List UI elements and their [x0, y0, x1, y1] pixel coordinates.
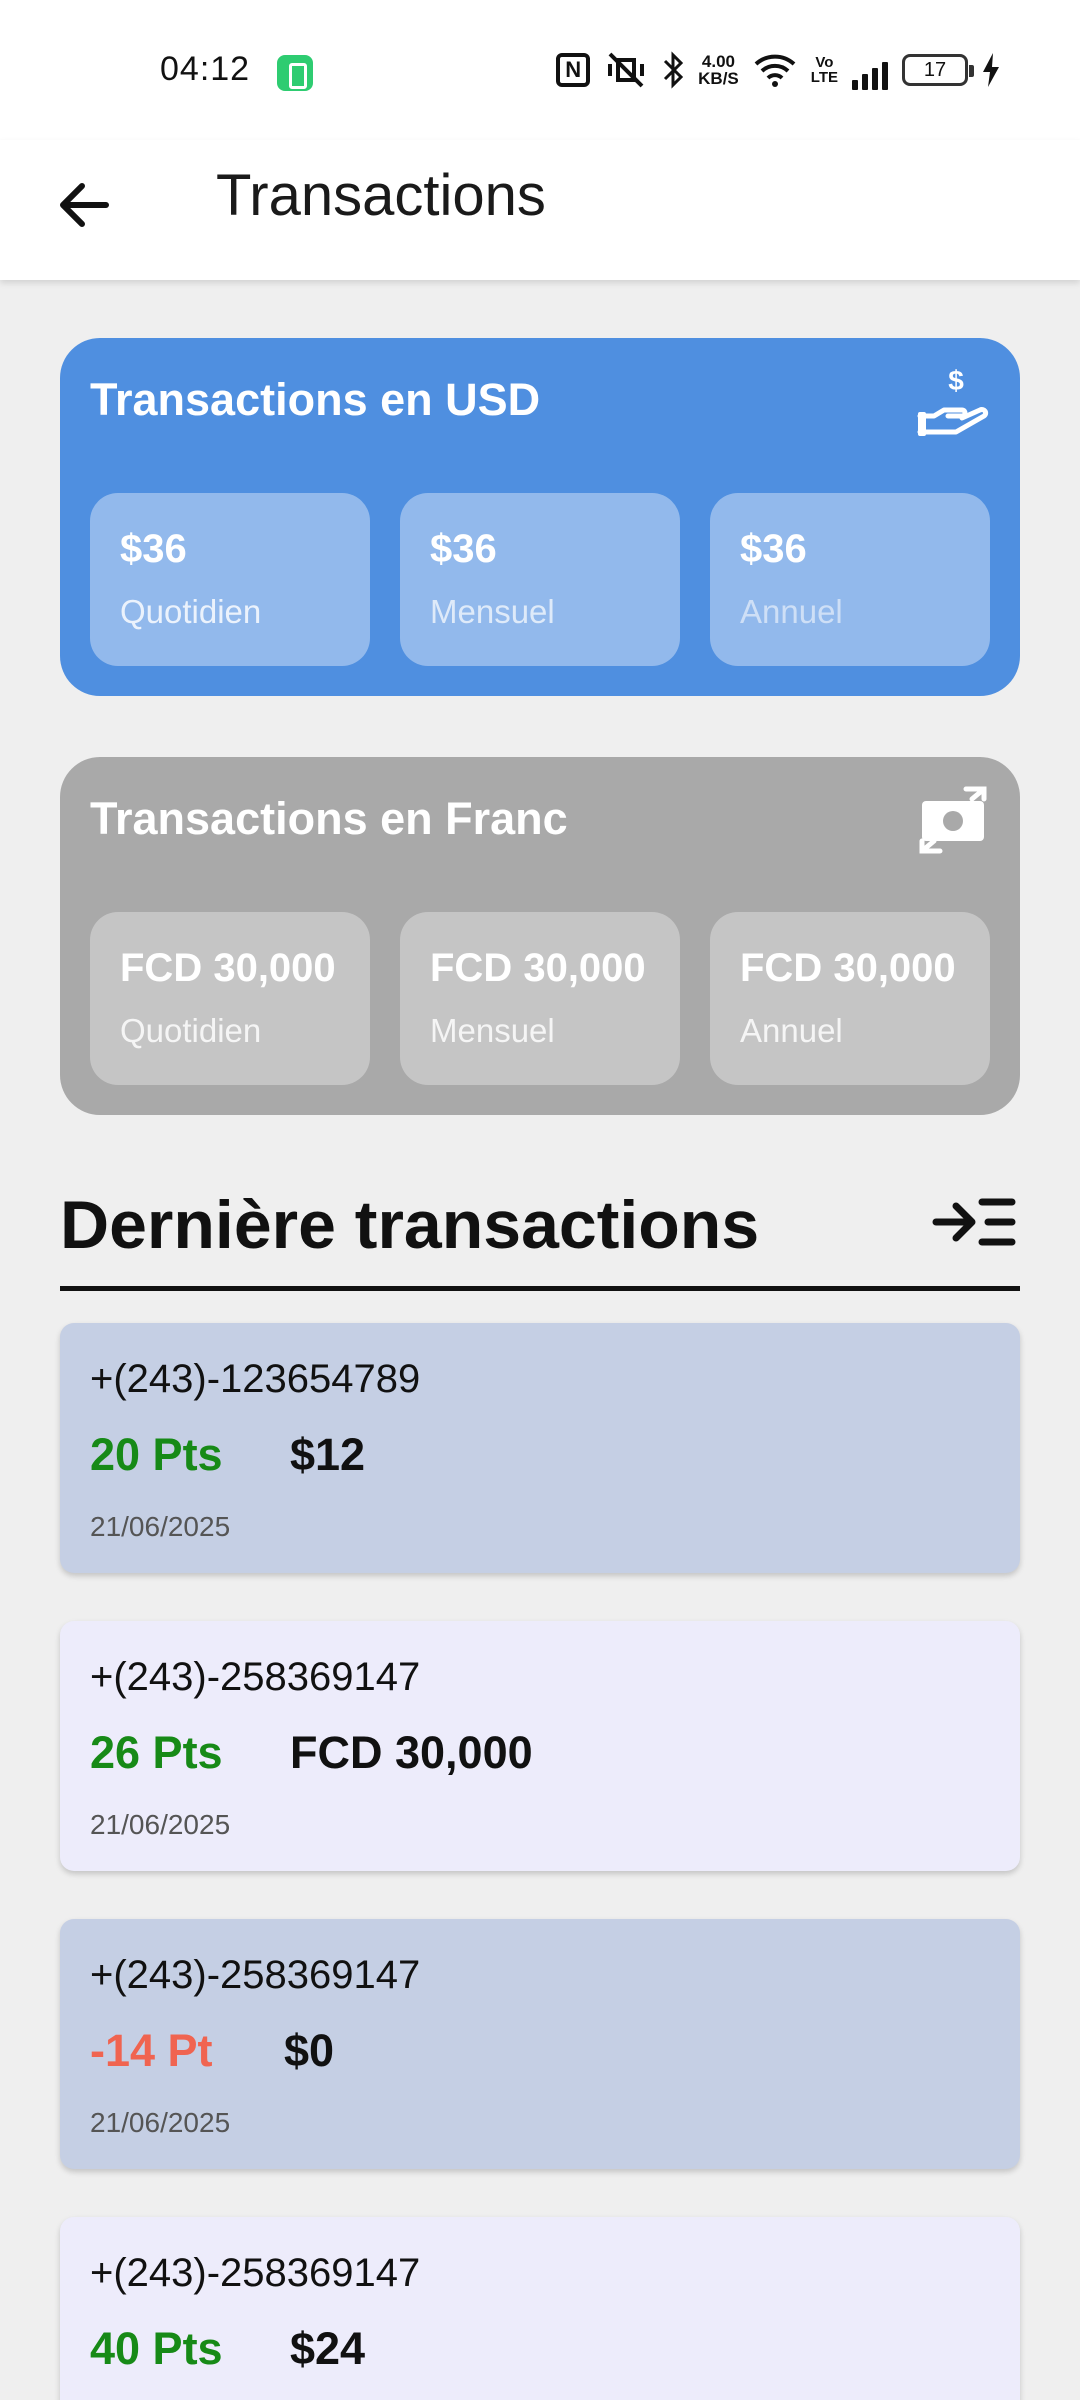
franc-stat-daily: FCD 30,000 Quotidien	[90, 912, 370, 1085]
transaction-amount: $12	[290, 1429, 366, 1480]
usd-stat-monthly: $36 Mensuel	[400, 493, 680, 666]
status-icons: N 4.00 KB/S Vo LTE 17	[556, 48, 1000, 92]
net-speed: 4.00 KB/S	[698, 50, 739, 90]
recent-divider	[60, 1286, 1020, 1291]
battery-saver-icon	[277, 55, 313, 91]
vibrate-mute-icon	[604, 50, 648, 90]
transaction-points: 26 Pts	[90, 1727, 223, 1778]
money-exchange-icon	[919, 786, 987, 854]
back-button[interactable]	[50, 170, 120, 240]
usd-daily-value: $36	[120, 527, 187, 571]
transaction-item[interactable]: +(243)-258369147 26 Pts FCD 30,000 21/06…	[60, 1621, 1020, 1871]
transaction-item[interactable]: +(243)-123654789 20 Pts $12 21/06/2025	[60, 1323, 1020, 1573]
franc-stat-monthly: FCD 30,000 Mensuel	[400, 912, 680, 1085]
transaction-date: 21/06/2025	[90, 2107, 231, 2138]
usd-daily-label: Quotidien	[120, 593, 262, 630]
usd-monthly-value: $36	[430, 527, 497, 571]
battery-level: 17	[923, 58, 947, 81]
franc-monthly-label: Mensuel	[430, 1012, 555, 1049]
usd-summary-card: Transactions en USD $ $36 Quotidien $36 …	[60, 338, 1020, 696]
transaction-points: -14 Pt	[90, 2025, 213, 2076]
svg-text:$: $	[948, 366, 964, 396]
wifi-icon	[753, 50, 797, 90]
usd-stat-yearly: $36 Annuel	[710, 493, 990, 666]
usd-card-title: Transactions en USD	[90, 374, 541, 425]
transaction-amount: FCD 30,000	[290, 1727, 533, 1778]
charging-bolt-icon	[982, 50, 1000, 90]
franc-card-title: Transactions en Franc	[90, 793, 568, 844]
battery-icon: 17	[902, 54, 974, 86]
status-time: 04:12	[160, 50, 251, 88]
transaction-phone: +(243)-258369147	[90, 2251, 421, 2295]
franc-daily-value: FCD 30,000	[120, 946, 336, 990]
page-title: Transactions	[216, 163, 546, 228]
transaction-amount: $24	[290, 2323, 366, 2374]
franc-stat-yearly: FCD 30,000 Annuel	[710, 912, 990, 1085]
transaction-item[interactable]: +(243)-258369147 -14 Pt $0 21/06/2025	[60, 1919, 1020, 2169]
hand-dollar-icon: $	[917, 366, 989, 436]
transaction-date: 21/06/2025	[90, 1809, 231, 1840]
bluetooth-icon	[662, 50, 684, 90]
volte-bottom: LTE	[810, 69, 838, 86]
transaction-amount: $0	[284, 2025, 335, 2076]
signal-icon	[852, 50, 888, 90]
franc-daily-label: Quotidien	[120, 1012, 262, 1049]
transaction-phone: +(243)-123654789	[90, 1357, 421, 1401]
usd-yearly-value: $36	[740, 527, 807, 571]
transaction-points: 20 Pts	[90, 1429, 223, 1480]
franc-yearly-value: FCD 30,000	[740, 946, 956, 990]
transaction-phone: +(243)-258369147	[90, 1953, 421, 1997]
net-speed-unit: KB/S	[698, 69, 739, 88]
app-bar: Transactions	[0, 140, 1080, 280]
usd-yearly-label: Annuel	[740, 593, 843, 630]
volte-top: Vo	[815, 54, 834, 71]
franc-summary-card: Transactions en Franc FCD 30,000 Quotidi…	[60, 757, 1020, 1115]
transaction-points: 40 Pts	[90, 2323, 223, 2374]
transaction-date: 21/06/2025	[90, 1511, 231, 1542]
volte-badge: Vo LTE	[811, 50, 838, 90]
usd-stat-daily: $36 Quotidien	[90, 493, 370, 666]
net-speed-value: 4.00	[701, 52, 736, 71]
franc-yearly-label: Annuel	[740, 1012, 843, 1049]
transaction-phone: +(243)-258369147	[90, 1655, 421, 1699]
usd-monthly-label: Mensuel	[430, 593, 555, 630]
transaction-item[interactable]: +(243)-258369147 40 Pts $24	[60, 2217, 1020, 2400]
status-bar: 04:12 N 4.00 KB/S Vo LTE 17	[0, 0, 1080, 140]
franc-monthly-value: FCD 30,000	[430, 946, 646, 990]
recent-transactions-title: Dernière transactions	[60, 1187, 760, 1263]
nfc-icon: N	[556, 53, 591, 87]
arrow-list-icon[interactable]	[932, 1196, 1016, 1248]
arrow-left-icon	[60, 183, 109, 227]
